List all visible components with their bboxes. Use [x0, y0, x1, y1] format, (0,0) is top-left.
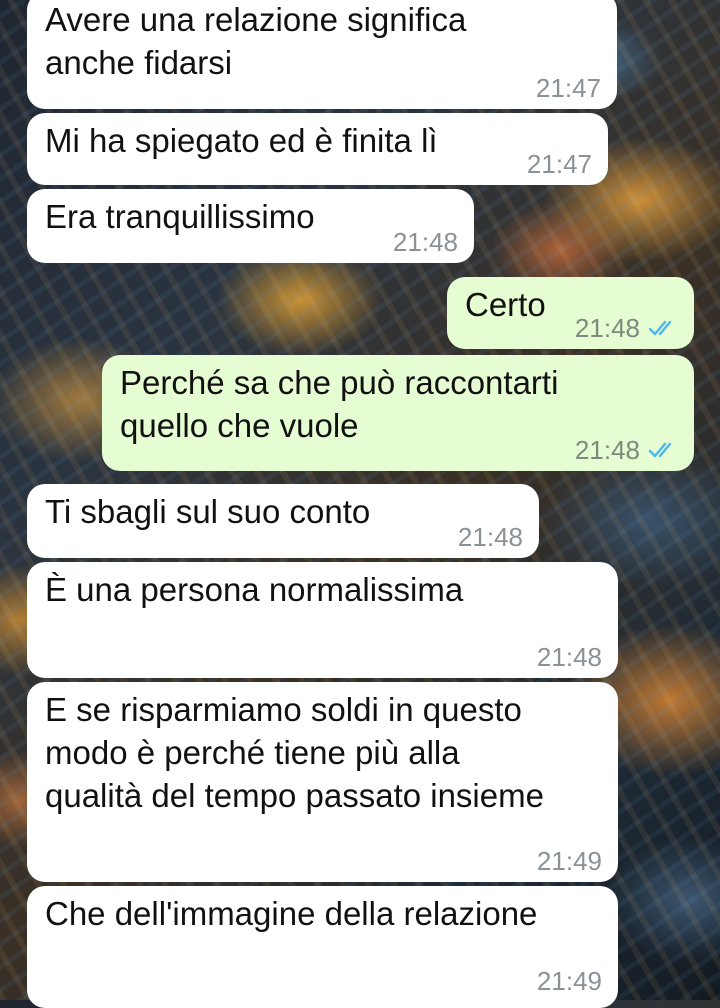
double-check-read-icon — [648, 320, 672, 336]
message-text: Avere una relazione significa anche fida… — [45, 1, 467, 81]
message-time: 21:48 — [392, 227, 458, 257]
message-bubble-incoming[interactable]: Mi ha spiegato ed è finita lì 21:47 — [27, 113, 608, 185]
message-time: 21:48 — [574, 313, 640, 343]
message-bubble-incoming[interactable]: Era tranquillissimo 21:48 — [27, 189, 474, 263]
message-time: 21:48 — [457, 522, 523, 552]
message-text: Mi ha spiegato ed è finita lì — [45, 122, 438, 159]
message-bubble-incoming[interactable]: Avere una relazione significa anche fida… — [27, 0, 617, 109]
message-text: È una persona normalissima — [45, 571, 464, 608]
message-bubble-incoming[interactable]: Che dell'immagine della relazione 21:49 — [27, 886, 618, 1008]
message-text: Che dell'immagine della relazione — [45, 895, 538, 932]
message-time: 21:49 — [536, 846, 602, 876]
double-check-read-icon — [648, 442, 672, 458]
message-bubble-outgoing[interactable]: Perché sa che può raccontarti quello che… — [102, 355, 694, 471]
message-time: 21:47 — [526, 149, 592, 179]
message-text: E se risparmiamo soldi in questo modo è … — [45, 691, 544, 814]
message-time: 21:48 — [574, 435, 640, 465]
message-time: 21:48 — [536, 642, 602, 672]
message-list[interactable]: Avere una relazione significa anche fida… — [0, 0, 720, 1008]
message-bubble-incoming[interactable]: Ti sbagli sul suo conto 21:48 — [27, 484, 539, 558]
message-time: 21:47 — [535, 73, 601, 103]
message-bubble-incoming[interactable]: È una persona normalissima 21:48 — [27, 562, 618, 678]
message-bubble-incoming[interactable]: E se risparmiamo soldi in questo modo è … — [27, 682, 618, 882]
message-bubble-outgoing[interactable]: Certo 21:48 — [447, 277, 694, 349]
message-text: Ti sbagli sul suo conto — [45, 493, 371, 530]
message-time: 21:49 — [536, 966, 602, 996]
